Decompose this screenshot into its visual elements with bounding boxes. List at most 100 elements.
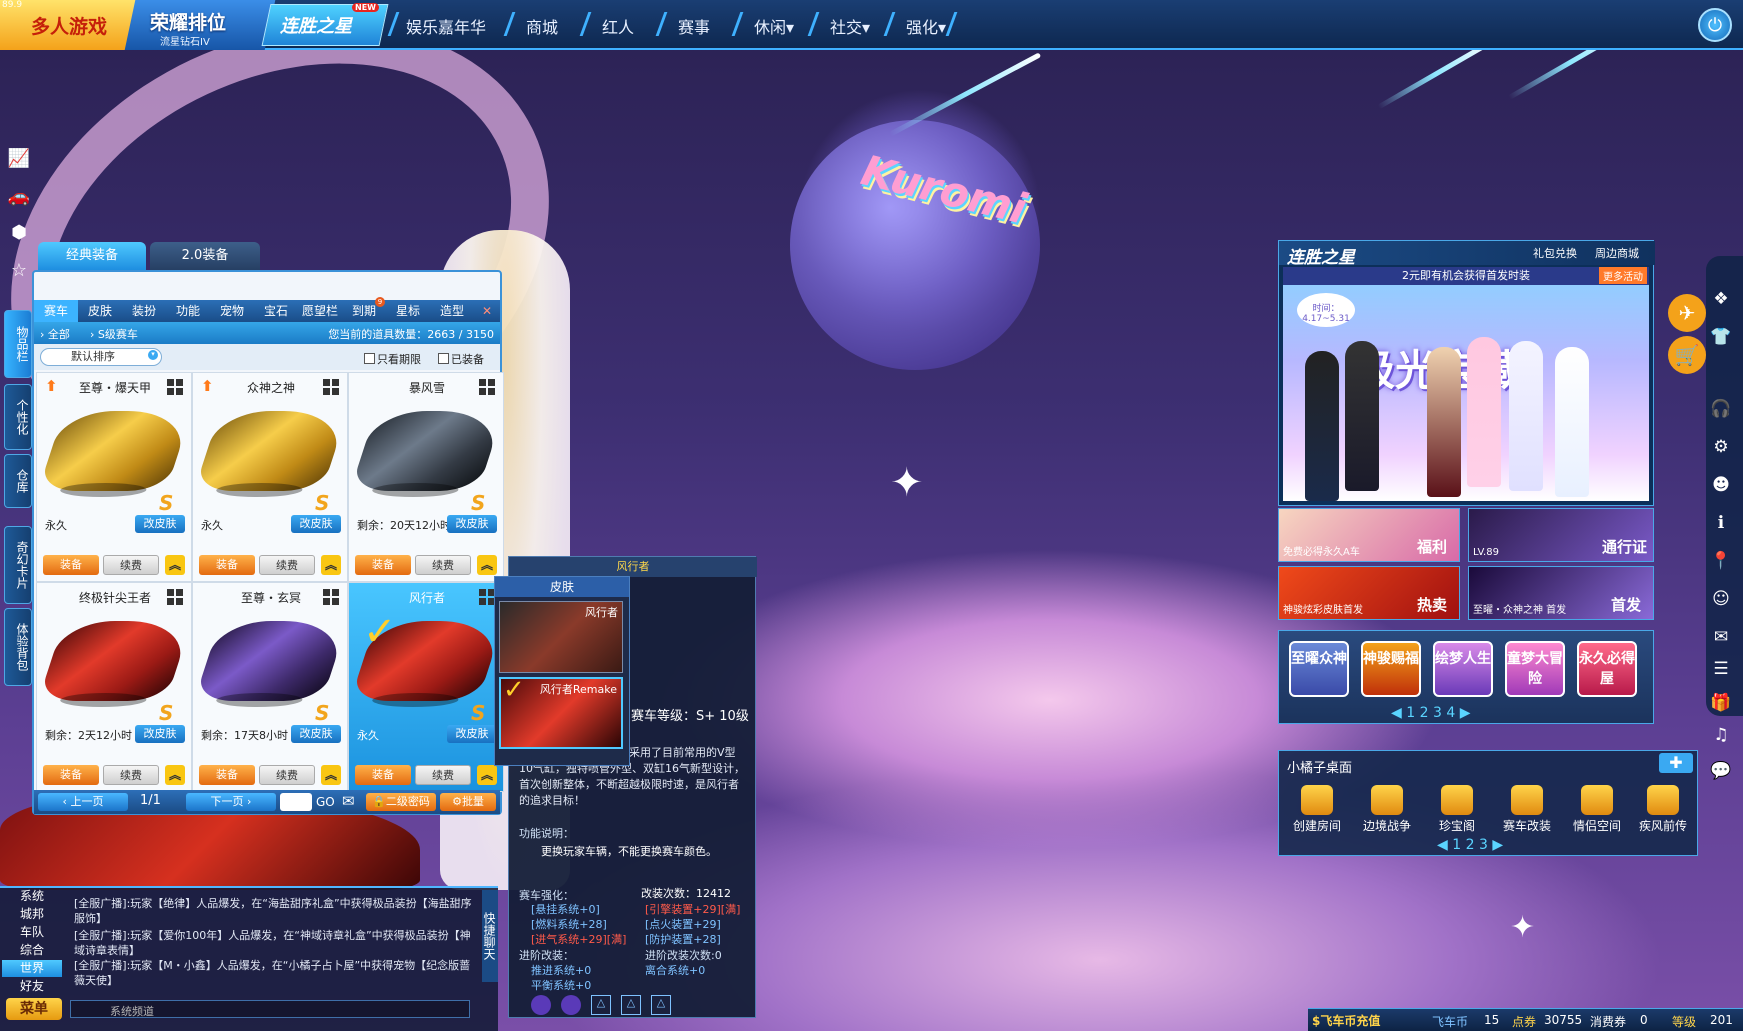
item-card[interactable]: 至尊・玄冥 S 剩余：17天8小时 改皮肤 装备 续费 ︽ — [192, 582, 348, 792]
change-skin-button[interactable]: 改皮肤 — [135, 725, 185, 743]
tab-functions[interactable]: 功能 — [166, 300, 210, 322]
grid-icon[interactable] — [323, 589, 339, 605]
desk-treasure[interactable]: 珍宝阁 — [1425, 785, 1489, 834]
page-2[interactable]: 2 — [1420, 705, 1429, 721]
feature-pass[interactable]: LV.89 通行证 — [1468, 508, 1654, 562]
mail-icon[interactable]: ✉ — [1706, 622, 1736, 652]
car-icon[interactable]: 🚗 — [6, 186, 32, 212]
info-icon[interactable]: ℹ — [1706, 508, 1736, 538]
shirt-icon[interactable]: 👕 — [1706, 322, 1736, 352]
page-2[interactable]: 2 — [1466, 837, 1475, 853]
chevron-up-icon[interactable]: ︽ — [477, 555, 497, 575]
gift-exchange-button[interactable]: 礼包兑换 — [1533, 245, 1577, 261]
nav-events[interactable]: 赛事 — [678, 14, 710, 38]
star-icon[interactable]: ☆ — [6, 260, 32, 286]
change-skin-button[interactable]: 改皮肤 — [135, 515, 185, 533]
tab-classic-equipment[interactable]: 经典装备 — [38, 242, 146, 270]
page-4[interactable]: 4 — [1446, 705, 1455, 721]
emoji-icon[interactable]: ☺ — [1706, 584, 1736, 614]
chevron-up-icon[interactable]: ︽ — [321, 555, 341, 575]
item-card[interactable]: ⬆ 至尊・爆天甲 S 永久 改皮肤 装备 续费 ︽ — [36, 372, 192, 582]
gem-slot-icon[interactable] — [531, 995, 551, 1015]
gift-icon[interactable]: ✈ — [1668, 294, 1706, 332]
item-card[interactable]: ⬆ 众神之神 S 永久 改皮肤 装备 续费 ︽ — [192, 372, 348, 582]
recharge-button[interactable]: $飞车币充值 — [1312, 1012, 1380, 1029]
empty-slot-icon[interactable]: △ — [591, 995, 611, 1015]
mail-icon[interactable]: ✉ — [342, 792, 355, 810]
chart-icon[interactable]: 📈 — [6, 148, 32, 174]
page-1[interactable]: 1 — [1452, 837, 1461, 853]
skin-option[interactable]: 风行者 — [499, 601, 623, 673]
change-skin-button[interactable]: 改皮肤 — [291, 515, 341, 533]
music-icon[interactable]: ♫ — [1706, 720, 1736, 750]
tab-2-0-equipment[interactable]: 2.0装备 — [150, 242, 260, 270]
next-page-button[interactable]: 下一页 › — [186, 793, 276, 811]
equip-button[interactable]: 装备 — [43, 555, 99, 575]
grid-icon[interactable] — [323, 379, 339, 395]
side-tab-personalize[interactable]: 个性化 — [4, 384, 32, 450]
close-icon[interactable]: ✕ — [474, 300, 500, 322]
activity-yongjiu[interactable]: 永久必得屋 — [1577, 641, 1637, 697]
list-icon[interactable]: ☰ — [1706, 654, 1736, 684]
empty-slot-icon[interactable]: △ — [621, 995, 641, 1015]
chat-tab-team[interactable]: 车队 — [2, 924, 62, 941]
activity-shenjun[interactable]: 神骏赐福 — [1361, 641, 1421, 697]
equip-button[interactable]: 装备 — [43, 765, 99, 785]
change-skin-button[interactable]: 改皮肤 — [291, 725, 341, 743]
page-3[interactable]: 3 — [1479, 837, 1488, 853]
page-number-input[interactable] — [280, 793, 312, 811]
tab-skins[interactable]: 皮肤 — [78, 300, 122, 322]
renew-button[interactable]: 续费 — [415, 555, 471, 575]
gear-icon[interactable]: ⚙ — [1706, 432, 1736, 462]
equip-button[interactable]: 装备 — [355, 555, 411, 575]
event-banner[interactable]: 2元即有机会获得首发时装 更多活动 时间：4.17~5.31 极光宝藏 — [1283, 267, 1649, 501]
renew-button[interactable]: 续费 — [103, 765, 159, 785]
chat-icon[interactable]: 💬 — [1706, 756, 1736, 786]
chat-tab-world[interactable]: 世界 — [2, 960, 62, 977]
activity-huimeng[interactable]: 绘梦人生 — [1433, 641, 1493, 697]
headset-icon[interactable]: 🎧 — [1706, 394, 1736, 424]
gem-icon[interactable]: ❖ — [1706, 284, 1736, 314]
breadcrumb-all[interactable]: › 全部 — [40, 326, 70, 342]
tab-expiring[interactable]: 到期 9 — [342, 297, 386, 322]
renew-button[interactable]: 续费 — [103, 555, 159, 575]
desk-create-room[interactable]: 创建房间 — [1285, 785, 1349, 834]
desk-couple-space[interactable]: 情侣空间 — [1565, 785, 1629, 834]
skin-option-selected[interactable]: ✓ 风行者Remake — [499, 675, 623, 749]
cart-icon[interactable]: 🛒 — [1668, 336, 1706, 374]
tab-wishlist[interactable]: 愿望栏 — [298, 300, 342, 322]
bear-icon[interactable]: ☻ — [1706, 470, 1736, 500]
page-3[interactable]: 3 — [1433, 705, 1442, 721]
breadcrumb-s-class[interactable]: › S级赛车 — [90, 326, 138, 342]
equip-button[interactable]: 装备 — [355, 765, 411, 785]
filter-time-limited[interactable]: 只看期限 — [364, 351, 421, 367]
sort-dropdown[interactable]: 默认排序 — [40, 348, 162, 366]
activity-tongmeng[interactable]: 童梦大冒险 — [1505, 641, 1565, 697]
equip-button[interactable]: 装备 — [199, 555, 255, 575]
tab-starred[interactable]: 星标 — [386, 300, 430, 322]
tab-gems[interactable]: 宝石 — [254, 300, 298, 322]
change-skin-button[interactable]: 改皮肤 — [447, 725, 497, 743]
merch-store-button[interactable]: 周边商城 — [1595, 245, 1639, 261]
empty-slot-icon[interactable]: △ — [651, 995, 671, 1015]
renew-button[interactable]: 续费 — [415, 765, 471, 785]
prev-page-button[interactable]: ‹ 上一页 — [38, 793, 128, 811]
chat-tab-city[interactable]: 城邦 — [2, 906, 62, 923]
nav-leisure[interactable]: 休闲▾ — [754, 14, 794, 38]
quick-chat-button[interactable]: 快捷聊天 — [482, 890, 498, 982]
pin-icon[interactable]: 📍 — [1706, 546, 1736, 576]
chevron-up-icon[interactable]: ︽ — [321, 765, 341, 785]
side-tab-items[interactable]: 物品栏 — [4, 310, 32, 378]
chat-input[interactable] — [70, 1000, 470, 1018]
secondary-password-button[interactable]: 🔒二级密码 — [366, 793, 436, 811]
nav-celebrity[interactable]: 红人 — [602, 14, 634, 38]
chat-tab-general[interactable]: 综合 — [2, 942, 62, 959]
renew-button[interactable]: 续费 — [259, 555, 315, 575]
desk-car-mod[interactable]: 赛车改装 — [1495, 785, 1559, 834]
chevron-up-icon[interactable]: ︽ — [165, 765, 185, 785]
tab-pets[interactable]: 宠物 — [210, 300, 254, 322]
page-1[interactable]: 1 — [1406, 705, 1415, 721]
grid-icon[interactable] — [167, 379, 183, 395]
menu-button[interactable]: 菜单 — [6, 998, 62, 1020]
activity-zhiyao[interactable]: 至曜众神 — [1289, 641, 1349, 697]
